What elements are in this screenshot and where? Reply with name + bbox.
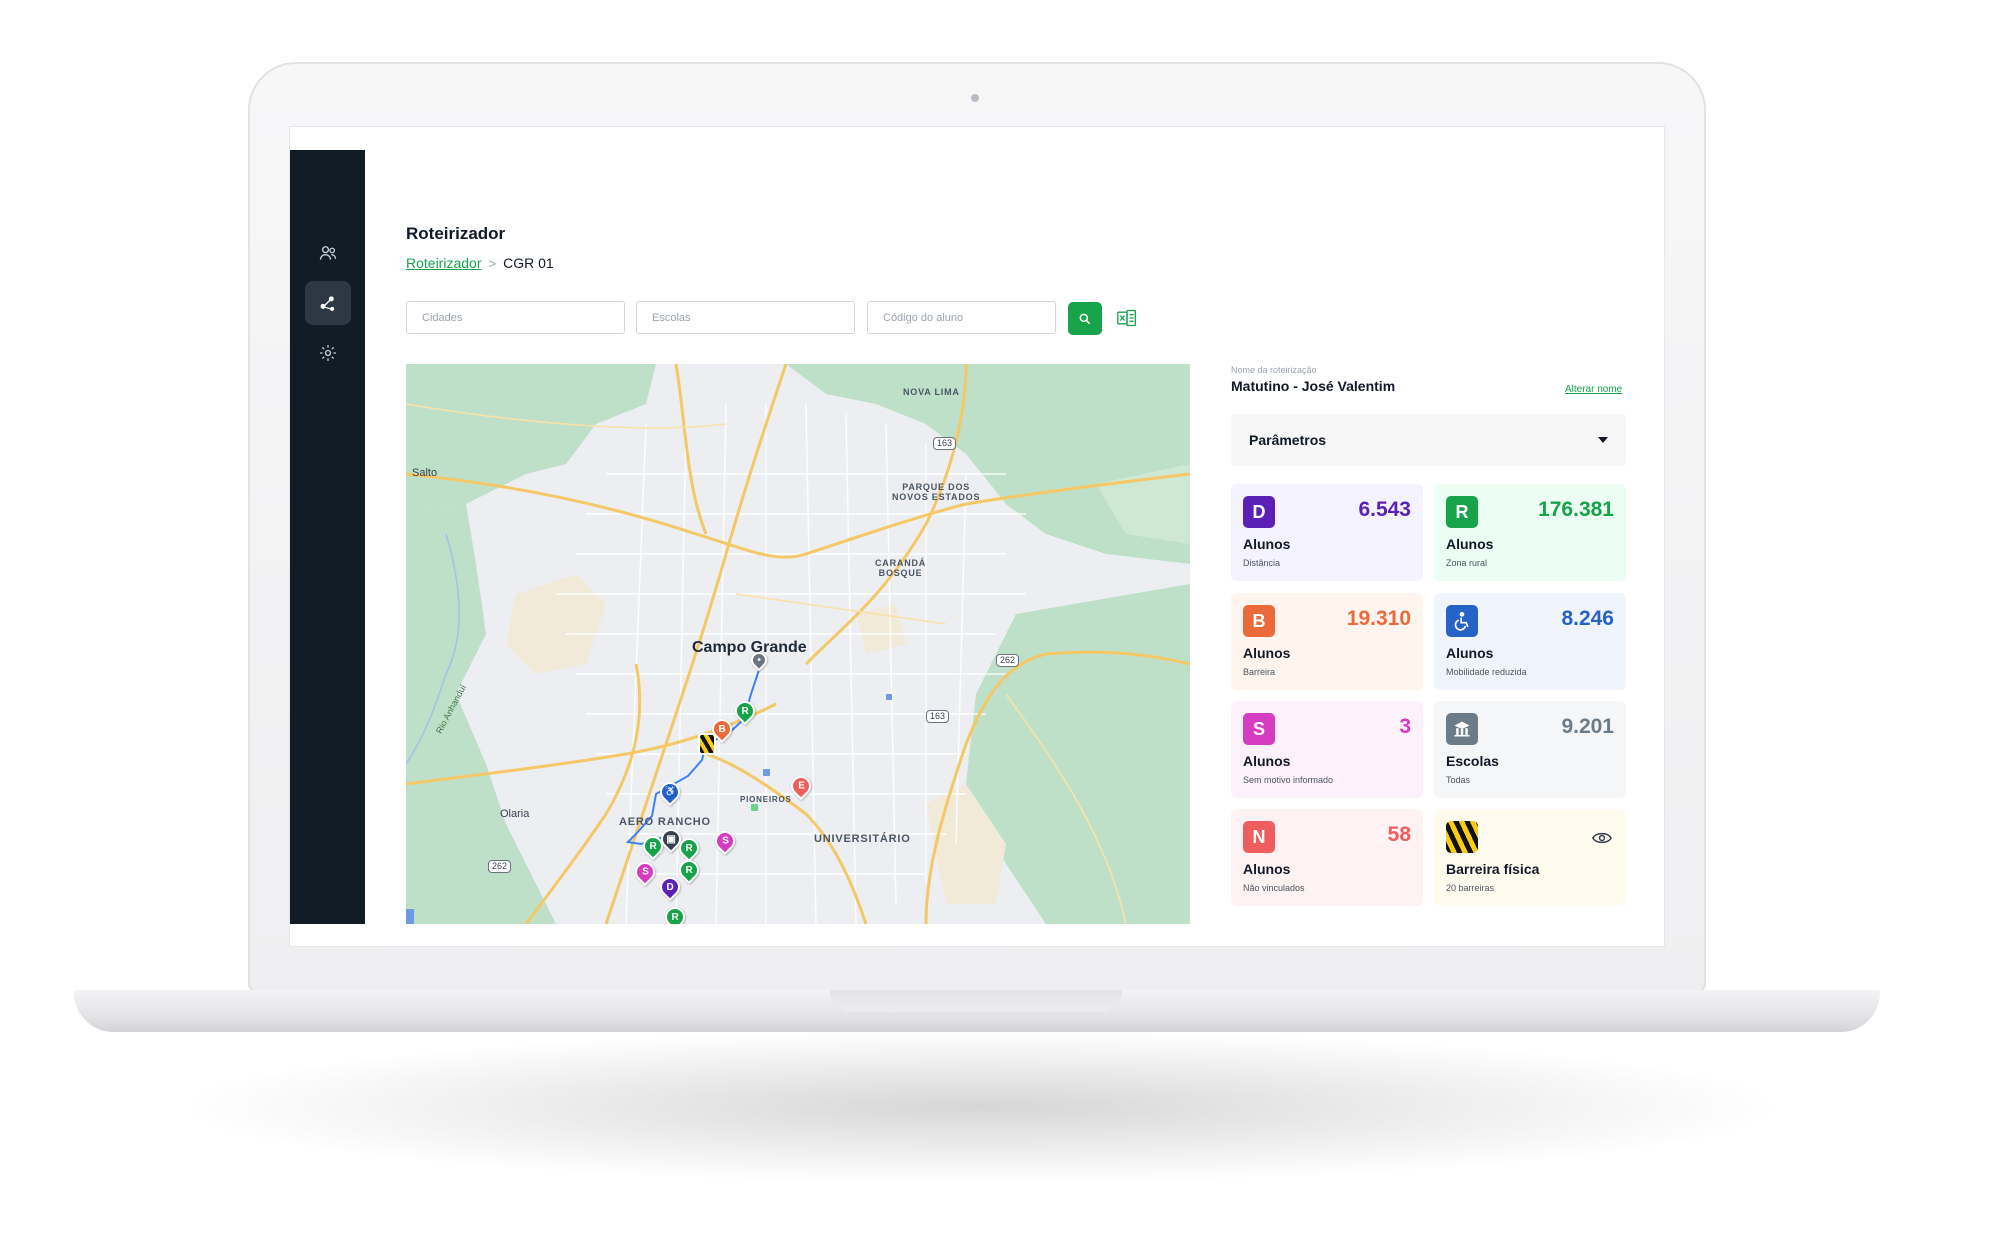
route-name: Matutino - José Valentim (1231, 378, 1396, 394)
map-label-campo-grande: Campo Grande (692, 639, 807, 656)
stat-subtitle: Barreira (1243, 667, 1276, 677)
road-shield: 163 (926, 710, 950, 723)
stat-subtitle: Sem motivo informado (1243, 775, 1334, 785)
school-icon (1446, 713, 1478, 745)
stat-subtitle: Todas (1446, 775, 1471, 785)
stat-card-distance[interactable]: D 6.543 Alunos Distância (1231, 484, 1423, 581)
stat-title: Barreira física (1446, 861, 1540, 877)
stat-badge: B (1243, 605, 1275, 637)
map-label-olaria: Olaria (500, 808, 530, 820)
map-label-caranda-bosque: CARANDÁ BOSQUE (875, 558, 927, 578)
stat-card-schools[interactable]: 9.201 Escolas Todas (1434, 701, 1626, 798)
stat-title: Alunos (1243, 645, 1291, 661)
stat-title: Alunos (1243, 753, 1291, 769)
gear-icon (320, 345, 336, 361)
route-name-caption: Nome da roteirização (1231, 365, 1317, 375)
stat-value: 8.246 (1561, 607, 1614, 630)
route-map[interactable]: NOVA LIMA PARQUE DOS NOVOS ESTADOS CARAN… (406, 364, 1190, 924)
wheelchair-icon: ♿ (663, 786, 677, 798)
location-icon: • (757, 654, 761, 666)
breadcrumb-link[interactable]: Roteirizador (406, 255, 481, 271)
map-label-aero-rancho: AERO RANCHO (619, 816, 711, 828)
chevron-right-icon: > (488, 255, 497, 271)
users-icon (319, 246, 337, 260)
stat-value: 19.310 (1346, 607, 1411, 630)
route-icon (320, 296, 335, 311)
stat-badge: D (1243, 496, 1275, 528)
road-shield: 163 (933, 437, 957, 450)
stat-value: 9.201 (1561, 715, 1614, 738)
road-shield: 262 (488, 860, 512, 873)
excel-icon (1117, 309, 1136, 327)
stat-card-unlinked[interactable]: N 58 Alunos Não vinculados (1231, 809, 1423, 906)
stat-badge: S (1243, 713, 1275, 745)
stat-title: Alunos (1446, 645, 1494, 661)
map-label-pioneiros: PIONEIROS (740, 795, 792, 804)
stat-title: Escolas (1446, 753, 1499, 769)
map-label-nova-lima: NOVA LIMA (903, 387, 960, 397)
stat-card-no-reason[interactable]: S 3 Alunos Sem motivo informado (1231, 701, 1423, 798)
stat-subtitle: 20 barreiras (1446, 883, 1495, 893)
app-screen: Roteirizador Roteirizador > CGR 01 Cidad… (290, 127, 1664, 946)
stat-value: 6.543 (1358, 498, 1411, 521)
parameters-dropdown[interactable]: Parâmetros (1231, 414, 1626, 466)
page-title: Roteirizador (406, 224, 506, 243)
stat-title: Alunos (1243, 861, 1291, 877)
search-icon (1079, 313, 1091, 324)
student-code-input[interactable] (867, 301, 1056, 334)
stat-card-mobility[interactable]: 8.246 Alunos Mobilidade reduzida (1434, 593, 1626, 690)
map-label-parque-novos-estados: PARQUE DOS NOVOS ESTADOS (892, 482, 981, 502)
stat-value: 3 (1399, 715, 1411, 738)
stat-title: Alunos (1446, 536, 1494, 552)
map-label-salto: Salto (412, 467, 438, 479)
sidebar-item-students[interactable] (305, 231, 351, 275)
search-button[interactable] (1068, 302, 1102, 335)
stat-subtitle: Distância (1243, 558, 1281, 568)
breadcrumb: Roteirizador > CGR 01 (406, 255, 554, 271)
stat-subtitle: Mobilidade reduzida (1446, 667, 1527, 677)
bus-icon: ▣ (666, 833, 676, 845)
stat-value: 176.381 (1538, 498, 1614, 521)
rename-link[interactable]: Alterar nome (1565, 384, 1622, 395)
sidebar-item-routing[interactable] (305, 281, 351, 325)
stat-card-physical-barrier[interactable]: Barreira física 20 barreiras (1434, 809, 1626, 906)
sidebar (290, 150, 365, 924)
map-label-universitario: UNIVERSITÁRIO (814, 833, 911, 845)
stat-card-barrier[interactable]: B 19.310 Alunos Barreira (1231, 593, 1423, 690)
breadcrumb-current: CGR 01 (503, 255, 554, 271)
laptop-shadow (190, 1032, 1770, 1182)
caret-down-icon (1598, 437, 1608, 443)
stat-badge: R (1446, 496, 1478, 528)
sidebar-item-settings[interactable] (305, 331, 351, 375)
schools-input[interactable] (636, 301, 855, 334)
road-shield: 262 (996, 654, 1020, 667)
stat-subtitle: Zona rural (1446, 558, 1488, 568)
stat-title: Alunos (1243, 536, 1291, 552)
stat-badge: N (1243, 821, 1275, 853)
stat-subtitle: Não vinculados (1243, 883, 1305, 893)
laptop-base-notch (830, 990, 1122, 1012)
barrier-icon (1446, 821, 1478, 853)
barrier-icon[interactable] (698, 733, 716, 755)
eye-icon[interactable] (1591, 831, 1613, 845)
export-excel-button[interactable] (1116, 307, 1138, 329)
cities-input[interactable] (406, 301, 625, 334)
stat-value: 58 (1387, 823, 1411, 846)
wheelchair-icon (1446, 605, 1478, 637)
laptop-camera (971, 94, 979, 102)
parameters-label: Parâmetros (1249, 432, 1327, 448)
stat-card-rural[interactable]: R 176.381 Alunos Zona rural (1434, 484, 1626, 581)
